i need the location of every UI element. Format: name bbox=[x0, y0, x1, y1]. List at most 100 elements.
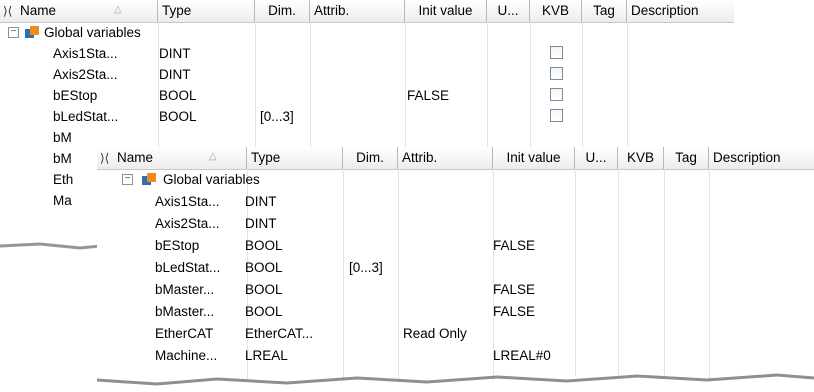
table-row[interactable]: bMaster... BOOL FALSE bbox=[97, 301, 814, 322]
column-description[interactable]: Description bbox=[627, 0, 734, 22]
column-u[interactable]: U... bbox=[575, 147, 618, 169]
column-u-label: U... bbox=[497, 3, 519, 18]
global-variables-icon bbox=[25, 26, 39, 38]
collapse-icon[interactable]: − bbox=[8, 27, 19, 38]
var-dim: [0...3] bbox=[260, 109, 294, 124]
kvb-checkbox[interactable] bbox=[550, 88, 563, 101]
column-name-label: Name bbox=[20, 3, 57, 18]
var-type: BOOL bbox=[245, 260, 283, 275]
table-row[interactable]: Axis2Sta... DINT bbox=[0, 64, 734, 85]
var-name: bLedStat... bbox=[155, 260, 221, 275]
var-type: DINT bbox=[245, 216, 277, 231]
column-name[interactable]: Name △ bbox=[113, 147, 247, 169]
column-kvb-label: KVB bbox=[541, 3, 569, 18]
var-name: EtherCAT bbox=[155, 326, 214, 341]
pin-icon[interactable]: ⟩⟨ bbox=[3, 0, 12, 22]
column-description-label: Description bbox=[631, 3, 699, 18]
column-kvb-label: KVB bbox=[626, 150, 654, 165]
table-row[interactable]: bLedStat... BOOL [0...3] bbox=[0, 106, 734, 127]
variables-table-front: ⟩⟨ Name △ Type Dim. Attrib. Init value U… bbox=[97, 147, 814, 383]
var-type: BOOL bbox=[245, 238, 283, 253]
column-attrib-label: Attrib. bbox=[314, 3, 350, 18]
var-name: Axis2Sta... bbox=[53, 67, 118, 82]
var-attrib: Read Only bbox=[403, 326, 467, 341]
collapse-icon[interactable]: − bbox=[122, 174, 133, 185]
var-name: bM bbox=[53, 151, 72, 166]
column-init-value[interactable]: Init value bbox=[493, 147, 575, 169]
column-type[interactable]: Type bbox=[158, 0, 255, 22]
column-description-label: Description bbox=[713, 150, 781, 165]
torn-edge-front bbox=[97, 373, 814, 386]
sort-arrow-icon: △ bbox=[114, 4, 122, 15]
table-row[interactable]: bM bbox=[0, 127, 734, 148]
column-tag[interactable]: Tag bbox=[664, 147, 709, 169]
var-name: Axis2Sta... bbox=[155, 216, 220, 231]
table-row[interactable]: Axis1Sta... DINT bbox=[0, 43, 734, 64]
column-dim-label: Dim. bbox=[268, 3, 296, 18]
kvb-checkbox[interactable] bbox=[550, 109, 563, 122]
column-dim[interactable]: Dim. bbox=[255, 0, 310, 22]
column-u[interactable]: U... bbox=[487, 0, 530, 22]
var-name: Axis1Sta... bbox=[53, 46, 118, 61]
var-type: DINT bbox=[159, 67, 191, 82]
column-description[interactable]: Description bbox=[709, 147, 814, 169]
column-attrib[interactable]: Attrib. bbox=[310, 0, 405, 22]
var-type: BOOL bbox=[245, 282, 283, 297]
kvb-checkbox[interactable] bbox=[550, 46, 563, 59]
column-attrib[interactable]: Attrib. bbox=[398, 147, 493, 169]
table-row[interactable]: bMaster... BOOL FALSE bbox=[97, 279, 814, 300]
group-row-global-variables[interactable]: − Global variables bbox=[97, 169, 814, 190]
table-row[interactable]: Machine... LREAL LREAL#0 bbox=[97, 345, 814, 366]
column-init-label: Init value bbox=[418, 3, 473, 18]
table-row[interactable]: EtherCAT EtherCAT... Read Only bbox=[97, 323, 814, 344]
table-row[interactable]: Axis1Sta... DINT bbox=[97, 191, 814, 212]
column-tag[interactable]: Tag bbox=[582, 0, 627, 22]
global-variables-icon bbox=[142, 173, 156, 185]
var-type: BOOL bbox=[159, 109, 197, 124]
var-type: BOOL bbox=[245, 304, 283, 319]
var-name: bEStop bbox=[155, 238, 200, 253]
column-name-label: Name bbox=[117, 150, 154, 165]
var-name: bMaster... bbox=[155, 304, 215, 319]
column-attrib-label: Attrib. bbox=[402, 150, 438, 165]
column-dim-label: Dim. bbox=[356, 150, 384, 165]
group-label: Global variables bbox=[44, 25, 141, 40]
table-row[interactable]: bEStop BOOL FALSE bbox=[0, 85, 734, 106]
var-init-value: LREAL#0 bbox=[493, 348, 551, 363]
table-row[interactable]: bLedStat... BOOL [0...3] bbox=[97, 257, 814, 278]
var-init-value: FALSE bbox=[493, 282, 536, 297]
group-label: Global variables bbox=[163, 172, 260, 187]
var-name: bLedStat... bbox=[53, 109, 119, 124]
var-name: Eth bbox=[53, 172, 74, 187]
column-tag-label: Tag bbox=[593, 3, 615, 18]
column-type-label: Type bbox=[162, 3, 192, 18]
var-name: bMaster... bbox=[155, 282, 215, 297]
column-kvb[interactable]: KVB bbox=[530, 0, 582, 22]
var-type: LREAL bbox=[245, 348, 288, 363]
var-name: bEStop bbox=[53, 88, 98, 103]
table-row[interactable]: bEStop BOOL FALSE bbox=[97, 235, 814, 256]
column-type[interactable]: Type bbox=[247, 147, 343, 169]
column-name[interactable]: Name △ bbox=[16, 0, 158, 22]
var-name: Machine... bbox=[155, 348, 218, 363]
column-init-value[interactable]: Init value bbox=[405, 0, 487, 22]
column-kvb[interactable]: KVB bbox=[618, 147, 664, 169]
var-init-value: FALSE bbox=[407, 88, 450, 103]
pin-icon[interactable]: ⟩⟨ bbox=[100, 147, 109, 169]
var-name: bM bbox=[53, 130, 72, 145]
var-init-value: FALSE bbox=[493, 238, 536, 253]
column-type-label: Type bbox=[251, 150, 281, 165]
kvb-checkbox[interactable] bbox=[550, 67, 563, 80]
var-name: Ma bbox=[53, 193, 72, 208]
sort-arrow-icon: △ bbox=[209, 151, 217, 162]
var-type: DINT bbox=[245, 194, 277, 209]
var-type: EtherCAT... bbox=[245, 326, 314, 341]
group-row-global-variables[interactable]: − Global variables bbox=[0, 22, 734, 43]
column-dim[interactable]: Dim. bbox=[343, 147, 398, 169]
column-u-label: U... bbox=[585, 150, 607, 165]
column-tag-label: Tag bbox=[675, 150, 697, 165]
var-init-value: FALSE bbox=[493, 304, 536, 319]
var-dim: [0...3] bbox=[349, 260, 383, 275]
table-row[interactable]: Axis2Sta... DINT bbox=[97, 213, 814, 234]
var-type: BOOL bbox=[159, 88, 197, 103]
